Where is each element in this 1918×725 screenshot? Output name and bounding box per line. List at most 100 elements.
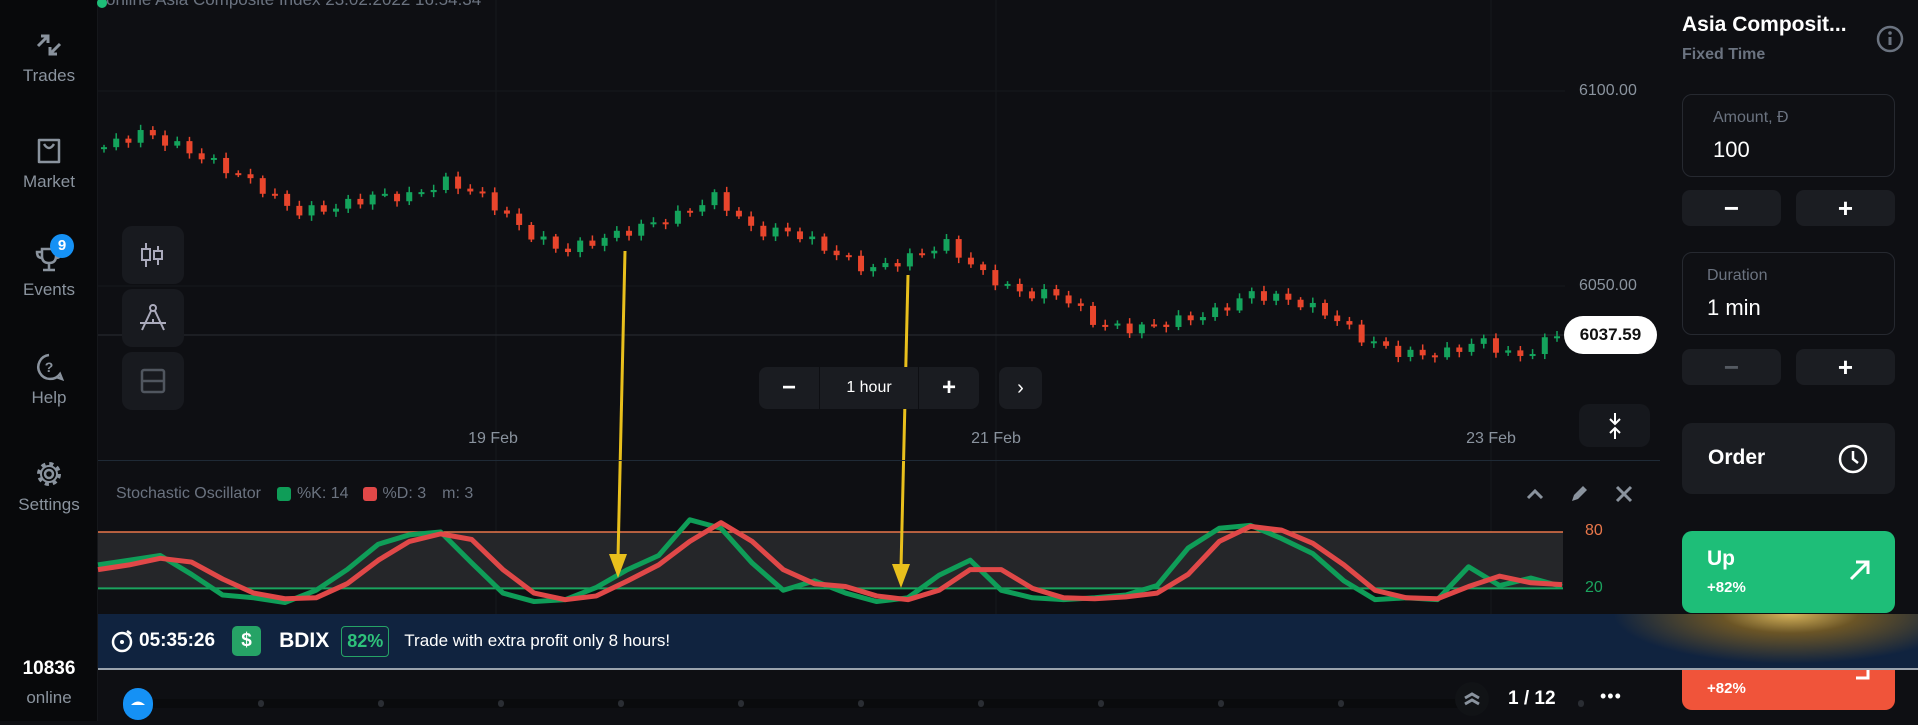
duration-minus-button[interactable]: − — [1682, 349, 1781, 385]
d-swatch — [362, 487, 377, 501]
candle-body — [955, 239, 962, 258]
more-options-button[interactable]: ••• — [1600, 686, 1622, 707]
candle-body — [491, 192, 498, 211]
candle-body — [1480, 338, 1487, 344]
candle-body — [674, 210, 681, 224]
candle-body — [1260, 291, 1267, 301]
timeline-dot[interactable] — [258, 700, 264, 707]
candle-body — [1053, 289, 1060, 296]
online-count: 10836 — [22, 658, 76, 679]
coins-image — [1598, 614, 1918, 668]
candle-body — [1065, 295, 1072, 304]
lower-level-label: 20 — [1585, 579, 1603, 596]
timeline-track[interactable] — [128, 699, 1468, 708]
order-button[interactable]: Order — [1682, 423, 1895, 494]
chart-type-button[interactable] — [122, 226, 184, 284]
candle-body — [1395, 345, 1402, 357]
candle-body — [235, 173, 242, 176]
timeline-dot[interactable] — [1218, 700, 1224, 707]
candle-body — [870, 267, 877, 272]
candle-body — [1456, 347, 1463, 352]
amount-minus-button[interactable]: − — [1682, 190, 1781, 226]
candle-body — [1248, 291, 1255, 299]
candle-body — [174, 141, 181, 146]
drawing-tools-button[interactable] — [122, 289, 184, 347]
candle-body — [662, 222, 669, 225]
double-chevron-up-icon — [1464, 692, 1480, 706]
candle-body — [406, 192, 413, 202]
candle-body — [992, 270, 999, 286]
amount-value[interactable]: 100 — [1713, 137, 1750, 163]
amount-plus-button[interactable]: + — [1796, 190, 1895, 226]
candle-body — [858, 255, 865, 272]
online-label: online — [26, 688, 72, 707]
candle-body — [381, 193, 388, 196]
candle-body — [687, 210, 694, 213]
candle-body — [101, 147, 107, 150]
candle-body — [882, 263, 889, 268]
candle-body — [760, 225, 767, 237]
timeline-dot[interactable] — [618, 700, 624, 707]
candle-body — [357, 198, 364, 205]
d-label: %D: 3 — [382, 485, 427, 502]
chart-next-button[interactable]: › — [999, 367, 1042, 409]
price-axis-label: 6100.00 — [1579, 82, 1637, 99]
timeline-dot[interactable] — [1338, 700, 1344, 707]
candle-body — [1529, 354, 1536, 357]
duration-plus-button[interactable]: + — [1796, 349, 1895, 385]
candle-body — [772, 227, 779, 237]
timeline-handle[interactable] — [123, 688, 153, 720]
timeframe-minus-button[interactable]: − — [759, 374, 819, 402]
candle-body — [1541, 337, 1548, 355]
down-button[interactable]: +82% — [1682, 670, 1895, 710]
candle-body — [613, 230, 620, 238]
candle-body — [1309, 302, 1316, 308]
layout-button[interactable] — [122, 352, 184, 410]
arrow-up-right-icon — [1849, 560, 1870, 581]
candle-body — [503, 210, 510, 214]
banner-text: Trade with extra profit only 8 hours! — [404, 631, 671, 650]
candle-body — [528, 224, 535, 240]
timeline-dot[interactable] — [858, 700, 864, 707]
scroll-up-button[interactable] — [1455, 682, 1489, 716]
candle-body — [1444, 347, 1451, 358]
amount-label: Amount, Đ — [1713, 109, 1789, 126]
timeline-dot[interactable] — [498, 700, 504, 707]
candle-body — [1407, 349, 1414, 357]
banner-timer: 05:35:26 — [139, 630, 216, 651]
info-icon[interactable] — [1875, 24, 1905, 54]
candle-body — [479, 191, 486, 194]
candle-body — [1187, 315, 1194, 321]
timeframe-value: 1 hour — [819, 367, 919, 409]
collapse-button[interactable] — [1579, 404, 1650, 447]
close-icon[interactable] — [1613, 483, 1635, 505]
duration-value[interactable]: 1 min — [1707, 295, 1761, 321]
candle-body — [1126, 323, 1133, 334]
candle-body — [320, 205, 327, 212]
up-button[interactable]: Up +82% — [1682, 531, 1895, 613]
price-chart[interactable] — [0, 0, 1660, 614]
candle-body — [1370, 341, 1377, 344]
indicator-name: Stochastic Oscillator — [116, 485, 261, 502]
candle-body — [894, 263, 901, 267]
annotation-arrow — [616, 250, 627, 559]
timeline-dot[interactable] — [738, 700, 744, 707]
candle-body — [1468, 343, 1475, 352]
chevron-up-icon[interactable] — [1524, 484, 1546, 504]
timeframe-plus-button[interactable]: + — [919, 374, 979, 402]
candle-body — [259, 178, 266, 194]
asset-subtitle: Fixed Time — [1682, 46, 1766, 63]
promo-banner[interactable]: 05:35:26 $ BDIX 82% Trade with extra pro… — [98, 614, 1918, 670]
candle-body — [1419, 349, 1426, 356]
timeline-dot[interactable] — [378, 700, 384, 707]
pencil-icon[interactable] — [1568, 483, 1590, 505]
candle-body — [1175, 315, 1182, 327]
timeline-dot[interactable] — [1578, 700, 1584, 707]
duration-field[interactable]: Duration 1 min — [1682, 252, 1895, 335]
timeline-dot[interactable] — [978, 700, 984, 707]
dollar-icon: $ — [232, 626, 262, 656]
timeline-dot[interactable] — [1098, 700, 1104, 707]
arrow-down-right-icon — [1856, 670, 1870, 680]
candle-body — [784, 227, 791, 232]
amount-field[interactable]: Amount, Đ 100 — [1682, 94, 1895, 177]
